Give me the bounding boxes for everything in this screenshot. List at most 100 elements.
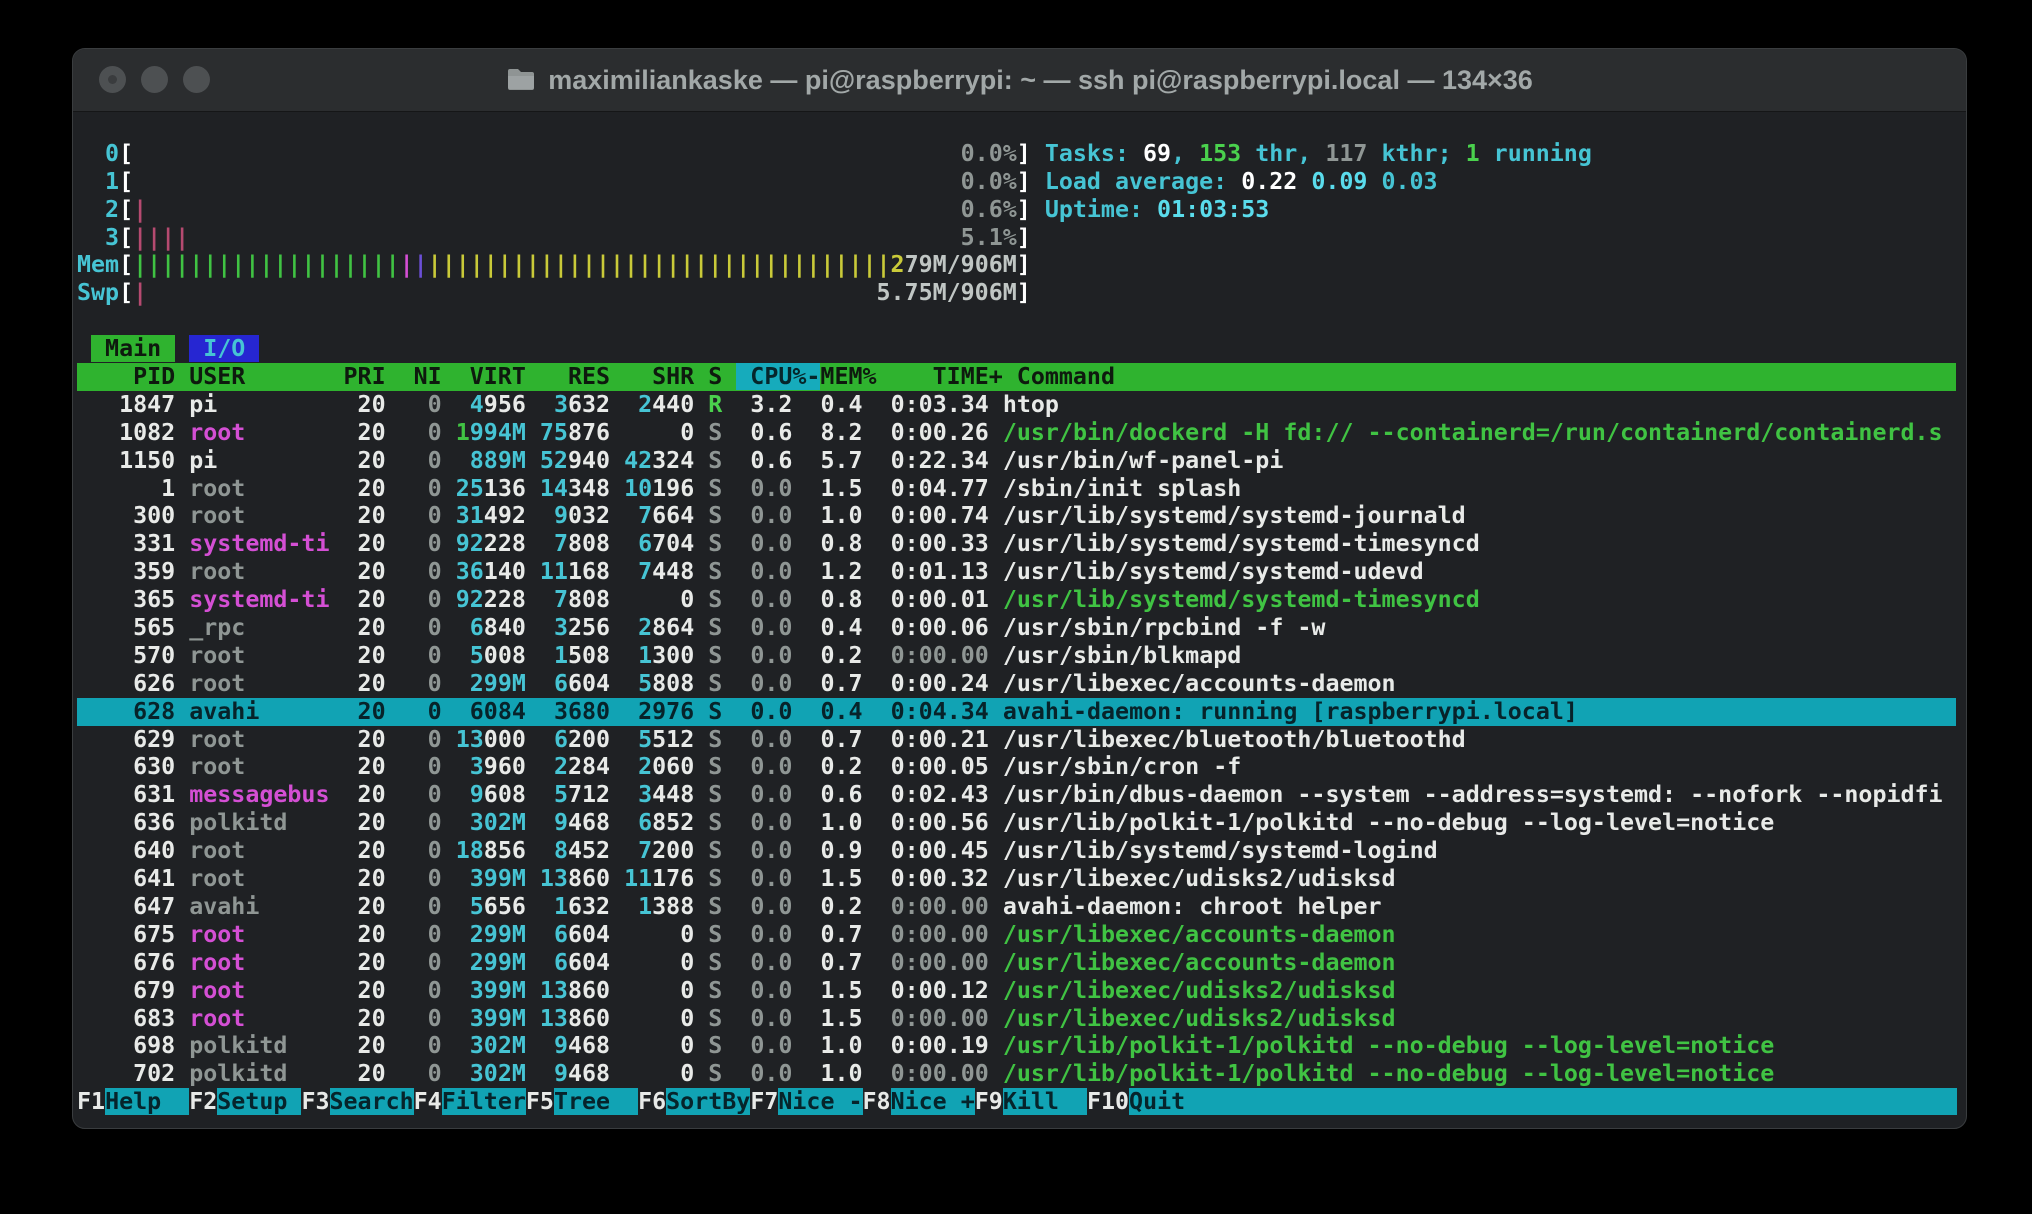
cell-cpu: 0.0 (736, 1032, 792, 1059)
col-res[interactable]: RES (540, 363, 624, 390)
process-row-331[interactable]: 331 systemd-ti 20 0 92228 7808 6704 S 0.… (77, 530, 1956, 558)
cell-user: systemd-ti (189, 586, 329, 613)
process-row-300[interactable]: 300 root 20 0 31492 9032 7664 S 0.0 1.0 … (77, 502, 1956, 530)
col-user[interactable]: USER (189, 363, 343, 390)
minimize-button[interactable] (141, 66, 168, 93)
fkey-tree[interactable]: F5Tree (526, 1088, 638, 1115)
cell-time: 0:00.32 (877, 865, 989, 892)
cell-command: /usr/lib/systemd/systemd-timesyncd (1003, 586, 1943, 613)
fkey-nice-[interactable]: F8Nice + (863, 1088, 975, 1115)
cpu-2-value: 0.6% (961, 196, 1017, 223)
fkey-filter[interactable]: F4Filter (414, 1088, 526, 1115)
cell-state: S (708, 726, 722, 753)
process-row-640[interactable]: 640 root 20 0 18856 8452 7200 S 0.0 0.9 … (77, 837, 1956, 865)
cell-time: 0:00.12 (877, 977, 989, 1004)
table-header[interactable]: PID USER PRI NI VIRT RES SHR S CPU%-MEM%… (77, 363, 1956, 391)
col-command[interactable]: Command (1017, 363, 1873, 390)
col-cpu-sorted[interactable]: CPU%- (736, 363, 820, 390)
process-row-683[interactable]: 683 root 20 0 399M 13860 0 S 0.0 1.5 0:0… (77, 1005, 1956, 1033)
cell-user: polkitd (189, 1060, 329, 1087)
cell-state: S (708, 893, 722, 920)
cell-cpu: 0.0 (736, 865, 792, 892)
cell-command: /usr/libexec/udisks2/udisksd (1003, 865, 1943, 892)
cell-time: 0:00.24 (877, 670, 989, 697)
close-button[interactable] (99, 66, 126, 93)
cell-pid: 570 (77, 642, 175, 669)
cell-pid: 675 (77, 921, 175, 948)
col-ni[interactable]: NI (400, 363, 456, 390)
fkey-nice-[interactable]: F7Nice - (750, 1088, 862, 1115)
process-row-675[interactable]: 675 root 20 0 299M 6604 0 S 0.0 0.7 0:00… (77, 921, 1956, 949)
tab-io[interactable]: I/O (189, 335, 259, 362)
process-row-702[interactable]: 702 polkitd 20 0 302M 9468 0 S 0.0 1.0 0… (77, 1060, 1956, 1088)
col-state[interactable]: S (708, 363, 736, 390)
cell-user: root (189, 475, 329, 502)
fkey-sortby[interactable]: F6SortBy (638, 1088, 750, 1115)
process-row-359[interactable]: 359 root 20 0 36140 11168 7448 S 0.0 1.2… (77, 558, 1956, 586)
cell-user: root (189, 502, 329, 529)
process-row-679[interactable]: 679 root 20 0 399M 13860 0 S 0.0 1.5 0:0… (77, 977, 1956, 1005)
col-mem[interactable]: MEM% (820, 363, 890, 390)
process-row-1847[interactable]: 1847 pi 20 0 4956 3632 2440 R 3.2 0.4 0:… (77, 391, 1956, 419)
process-row-636[interactable]: 636 polkitd 20 0 302M 9468 6852 S 0.0 1.… (77, 809, 1956, 837)
col-time[interactable]: TIME+ (891, 363, 1017, 390)
col-pid[interactable]: PID (77, 363, 189, 390)
cell-state: S (708, 1032, 722, 1059)
cell-command: htop (1003, 391, 1943, 418)
process-row-1082[interactable]: 1082 root 20 0 1994M 75876 0 S 0.6 8.2 0… (77, 419, 1956, 447)
process-row-628[interactable]: 628 avahi 20 0 6084 3680 2976 S 0.0 0.4 … (77, 698, 1956, 726)
process-row-629[interactable]: 629 root 20 0 13000 6200 5512 S 0.0 0.7 … (77, 726, 1956, 754)
meter-swap: Swp[| 5.75M/906M] (77, 279, 1956, 307)
process-row-1150[interactable]: 1150 pi 20 0 889M 52940 42324 S 0.6 5.7 … (77, 447, 1956, 475)
memory-value: 2 (891, 251, 905, 278)
fkey-setup[interactable]: F2Setup (189, 1088, 301, 1115)
cell-command: /usr/libexec/accounts-daemon (1003, 949, 1943, 976)
cell-cpu: 0.0 (736, 558, 792, 585)
fkey-kill[interactable]: F9Kill (975, 1088, 1087, 1115)
cell-pid: 679 (77, 977, 175, 1004)
cell-pid: 1082 (77, 419, 175, 446)
cell-pid: 1150 (77, 447, 175, 474)
col-virt[interactable]: VIRT (456, 363, 540, 390)
process-row-626[interactable]: 626 root 20 0 299M 6604 5808 S 0.0 0.7 0… (77, 670, 1956, 698)
fkey-search[interactable]: F3Search (301, 1088, 413, 1115)
cell-mem: 1.2 (806, 558, 862, 585)
cell-state: S (708, 670, 722, 697)
cell-mem: 0.4 (806, 391, 862, 418)
zoom-button[interactable] (183, 66, 210, 93)
cpu-1-label: 1 (77, 168, 119, 195)
process-row-570[interactable]: 570 root 20 0 5008 1508 1300 S 0.0 0.2 0… (77, 642, 1956, 670)
cell-command: /usr/lib/systemd/systemd-timesyncd (1003, 530, 1943, 557)
process-row-641[interactable]: 641 root 20 0 399M 13860 11176 S 0.0 1.5… (77, 865, 1956, 893)
fkey-quit[interactable]: F10Quit (1087, 1088, 1957, 1115)
process-row-631[interactable]: 631 messagebus 20 0 9608 5712 3448 S 0.0… (77, 781, 1956, 809)
col-pri[interactable]: PRI (344, 363, 400, 390)
cell-user: root (189, 949, 329, 976)
tasks-summary: Tasks: 69, 153 thr, 117 kthr; 1 running (1045, 140, 1592, 167)
cpu-2-bar-red: | (133, 196, 147, 223)
process-row-365[interactable]: 365 systemd-ti 20 0 92228 7808 0 S 0.0 0… (77, 586, 1956, 614)
cell-state: S (708, 614, 722, 641)
cell-cpu: 0.0 (736, 753, 792, 780)
cell-cpu: 0.6 (736, 447, 792, 474)
cell-cpu: 0.0 (736, 781, 792, 808)
cell-state: S (708, 698, 722, 725)
process-row-647[interactable]: 647 avahi 20 0 5656 1632 1388 S 0.0 0.2 … (77, 893, 1956, 921)
process-row-565[interactable]: 565 _rpc 20 0 6840 3256 2864 S 0.0 0.4 0… (77, 614, 1956, 642)
meter-memory: Mem[||||||||||||||||||||||||||||||||||||… (77, 251, 1956, 279)
cell-state: S (708, 781, 722, 808)
cell-command: /usr/libexec/accounts-daemon (1003, 921, 1943, 948)
cell-state: S (708, 419, 722, 446)
cell-state: S (708, 642, 722, 669)
cell-state: S (708, 1060, 722, 1087)
fkey-help[interactable]: F1Help (77, 1088, 189, 1115)
tab-main[interactable]: Main (91, 335, 175, 362)
col-shr[interactable]: SHR (624, 363, 708, 390)
cell-command: /sbin/init splash (1003, 475, 1943, 502)
process-row-630[interactable]: 630 root 20 0 3960 2284 2060 S 0.0 0.2 0… (77, 753, 1956, 781)
process-row-1[interactable]: 1 root 20 0 25136 14348 10196 S 0.0 1.5 … (77, 475, 1956, 503)
cell-time: 0:00.00 (877, 642, 989, 669)
process-row-698[interactable]: 698 polkitd 20 0 302M 9468 0 S 0.0 1.0 0… (77, 1032, 1956, 1060)
process-row-676[interactable]: 676 root 20 0 299M 6604 0 S 0.0 0.7 0:00… (77, 949, 1956, 977)
cell-user: root (189, 753, 329, 780)
